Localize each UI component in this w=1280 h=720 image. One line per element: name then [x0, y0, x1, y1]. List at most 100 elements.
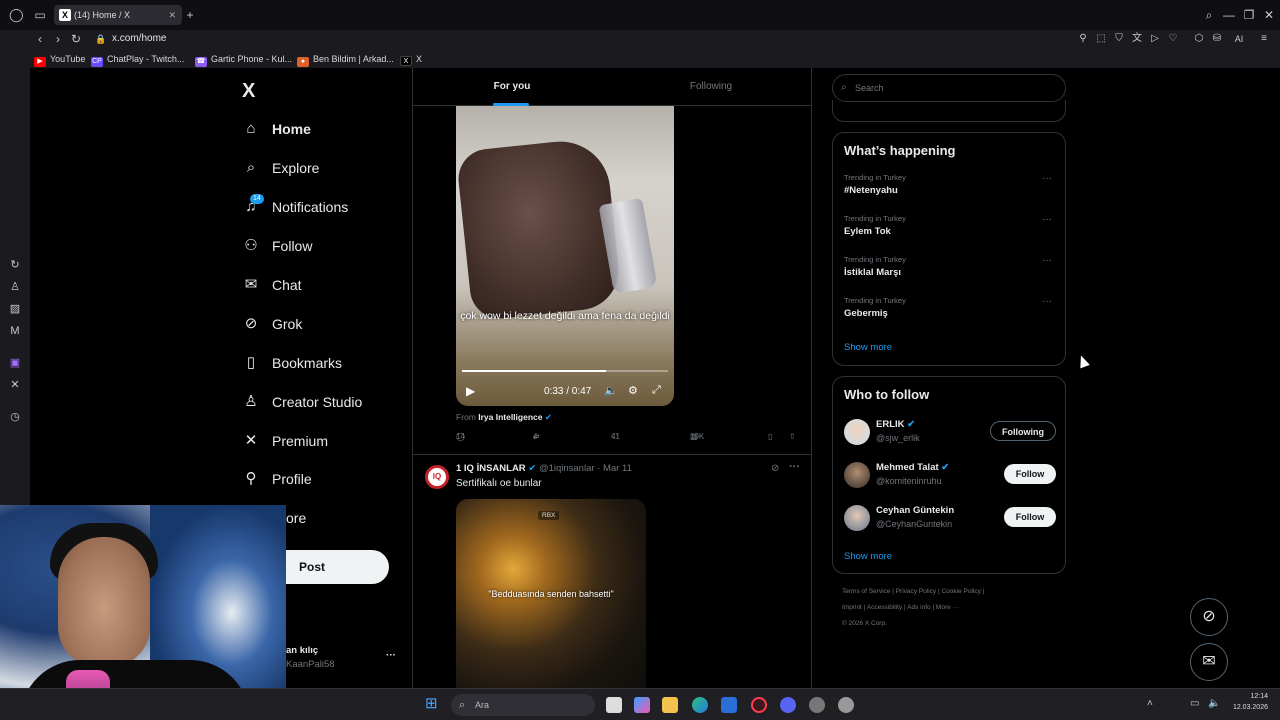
ai-button[interactable]: AI: [1228, 32, 1250, 46]
discord-icon[interactable]: [780, 697, 796, 713]
follow-button[interactable]: Follow: [1004, 464, 1056, 484]
close-tab-icon[interactable]: ✕: [168, 5, 176, 25]
extensions-icon[interactable]: ⬡: [1192, 32, 1206, 46]
avatar[interactable]: [844, 505, 870, 531]
bookmark-x[interactable]: XX: [400, 52, 422, 66]
bookmark-chatplay[interactable]: CP ChatPlay - Twitch...: [91, 52, 184, 67]
nav-more[interactable]: ore: [286, 504, 306, 532]
tab-following[interactable]: Following: [612, 68, 810, 106]
snapshot-icon[interactable]: ⬚: [1094, 32, 1108, 46]
settings-icon[interactable]: ⚙: [628, 384, 638, 397]
avatar[interactable]: [844, 419, 870, 445]
tab-islands-icon[interactable]: ▭: [33, 8, 47, 22]
close-window-icon[interactable]: ✕: [1262, 8, 1276, 22]
trend-item[interactable]: Trending in Turkey #Netenyahu ···: [844, 173, 1054, 196]
bookmark-gartic[interactable]: ☎ Gartic Phone - Kul...: [195, 52, 292, 67]
file-explorer-icon[interactable]: [662, 697, 678, 713]
windows-start-icon[interactable]: ⊞: [425, 696, 441, 712]
edge-icon[interactable]: [692, 697, 708, 713]
translate-icon[interactable]: 文: [1130, 32, 1144, 46]
copilot-icon[interactable]: [634, 697, 650, 713]
tweet-more-icon[interactable]: ···: [789, 461, 800, 473]
tweet-image[interactable]: RBX "Bedduasında senden bahsetti": [456, 499, 646, 688]
volume-icon[interactable]: 🔈: [604, 384, 618, 397]
x-logo-icon[interactable]: X: [242, 80, 255, 103]
share-icon[interactable]: ⇧: [789, 432, 796, 441]
show-more-link[interactable]: Show more: [844, 551, 892, 562]
author-name[interactable]: 1 IQ İNSANLAR: [456, 463, 526, 474]
bookmark-icon[interactable]: ▯: [768, 432, 772, 441]
nav-notifications[interactable]: ♫ 14 Notifications: [242, 193, 348, 221]
trend-item[interactable]: Trending in Turkey Gebermiş ···: [844, 296, 1054, 319]
follow-suggestion[interactable]: Ceyhan Güntekin @CeyhanGuntekin Follow: [844, 505, 1056, 533]
trend-more-icon[interactable]: ···: [1042, 296, 1052, 307]
bookmark-youtube[interactable]: ▶ YouTube: [34, 52, 85, 67]
opera-logo-icon[interactable]: ◯: [9, 8, 24, 22]
pin-icon[interactable]: ⚲: [1076, 32, 1090, 46]
forward-icon[interactable]: ›: [51, 32, 65, 46]
taskbar-search[interactable]: ⌕ Ara: [451, 694, 595, 716]
show-more-link[interactable]: Show more: [844, 342, 892, 353]
minimize-icon[interactable]: —: [1222, 8, 1236, 22]
search-input[interactable]: ⌕ Search: [832, 74, 1066, 102]
twitch-icon[interactable]: ▣: [8, 356, 22, 370]
store-icon[interactable]: [721, 697, 737, 713]
tweet[interactable]: IQ 1 IQ İNSANLAR ✔ @1iqinsanlar · Mar 11…: [413, 454, 811, 688]
account-more-icon[interactable]: ···: [386, 650, 396, 661]
app-icon[interactable]: [838, 697, 854, 713]
volume-icon[interactable]: 🔈: [1208, 698, 1220, 709]
trend-more-icon[interactable]: ···: [1042, 255, 1052, 266]
grok-icon[interactable]: ⊘: [771, 463, 779, 474]
steam-icon[interactable]: [809, 697, 825, 713]
video-player[interactable]: çok wow bi lezzet değildi ama fena da de…: [456, 106, 674, 406]
nav-chat[interactable]: ✉ Chat: [242, 271, 302, 299]
workspace-icon[interactable]: ▨: [8, 302, 22, 316]
avatar[interactable]: IQ: [425, 465, 449, 489]
clock-icon[interactable]: ◷: [8, 410, 22, 424]
messages-fab[interactable]: ✉: [1190, 643, 1228, 681]
fullscreen-icon[interactable]: ⤢: [652, 384, 661, 397]
bookmark-benbildim[interactable]: ● Ben Bildim | Arkad...: [297, 52, 394, 67]
messenger-icon[interactable]: M: [8, 324, 22, 338]
follow-suggestion[interactable]: Mehmed Talat ✔ @komiteninruhu Follow: [844, 462, 1056, 490]
new-tab-icon[interactable]: +: [183, 8, 197, 22]
shield-icon[interactable]: ⛉: [1112, 32, 1126, 46]
nav-grok[interactable]: ⊘ Grok: [242, 310, 303, 338]
footer-line[interactable]: Terms of Service | Privacy Policy | Cook…: [842, 584, 984, 600]
address-bar[interactable]: 🔒 x.com/home: [92, 31, 492, 47]
grok-fab[interactable]: ⊘: [1190, 598, 1228, 636]
nav-home[interactable]: ⌂ Home: [242, 115, 310, 143]
menu-icon[interactable]: ≡: [1257, 32, 1271, 46]
nav-follow[interactable]: ⚇ Follow: [242, 232, 312, 260]
wallet-icon[interactable]: ⛁: [1210, 32, 1224, 46]
opera-icon[interactable]: [751, 697, 767, 713]
task-view-icon[interactable]: [606, 697, 622, 713]
search-tabs-icon[interactable]: ⌕: [1202, 8, 1216, 22]
nav-creator-studio[interactable]: ♙ Creator Studio: [242, 388, 362, 416]
browser-tab[interactable]: X (14) Home / X ✕: [54, 5, 182, 25]
trend-more-icon[interactable]: ···: [1042, 214, 1052, 225]
maximize-icon[interactable]: ❐: [1242, 8, 1256, 22]
play-icon[interactable]: ▷: [1148, 32, 1162, 46]
tray-chevron-icon[interactable]: ˄: [1147, 698, 1153, 709]
trend-more-icon[interactable]: ···: [1042, 173, 1052, 184]
tab-for-you[interactable]: For you: [413, 68, 611, 106]
trend-item[interactable]: Trending in Turkey İstiklal Marşı ···: [844, 255, 1054, 278]
reload-icon[interactable]: ↻: [69, 32, 83, 46]
source-name[interactable]: Irya Intelligence: [478, 412, 542, 422]
avatar[interactable]: [844, 462, 870, 488]
follow-suggestion[interactable]: ERLIK ✔ @sjw_erlik Following: [844, 419, 1056, 447]
nav-premium[interactable]: ✕ Premium: [242, 427, 328, 455]
nav-bookmarks[interactable]: ▯ Bookmarks: [242, 349, 342, 377]
x-sidebar-icon[interactable]: ✕: [8, 378, 22, 392]
taskbar-date[interactable]: 12.03.2026: [1224, 704, 1268, 711]
aria-icon[interactable]: ♙: [8, 280, 22, 294]
play-icon[interactable]: ▶: [466, 384, 475, 398]
trend-item[interactable]: Trending in Turkey Eylem Tok ···: [844, 214, 1054, 237]
nav-profile[interactable]: ⚲ Profile: [242, 465, 312, 493]
back-icon[interactable]: ‹: [33, 32, 47, 46]
network-icon[interactable]: ▭: [1190, 698, 1199, 709]
heart-icon[interactable]: ♡: [1166, 32, 1180, 46]
taskbar-time[interactable]: 12:14: [1236, 693, 1268, 700]
nav-explore[interactable]: ⌕ Explore: [242, 154, 320, 182]
